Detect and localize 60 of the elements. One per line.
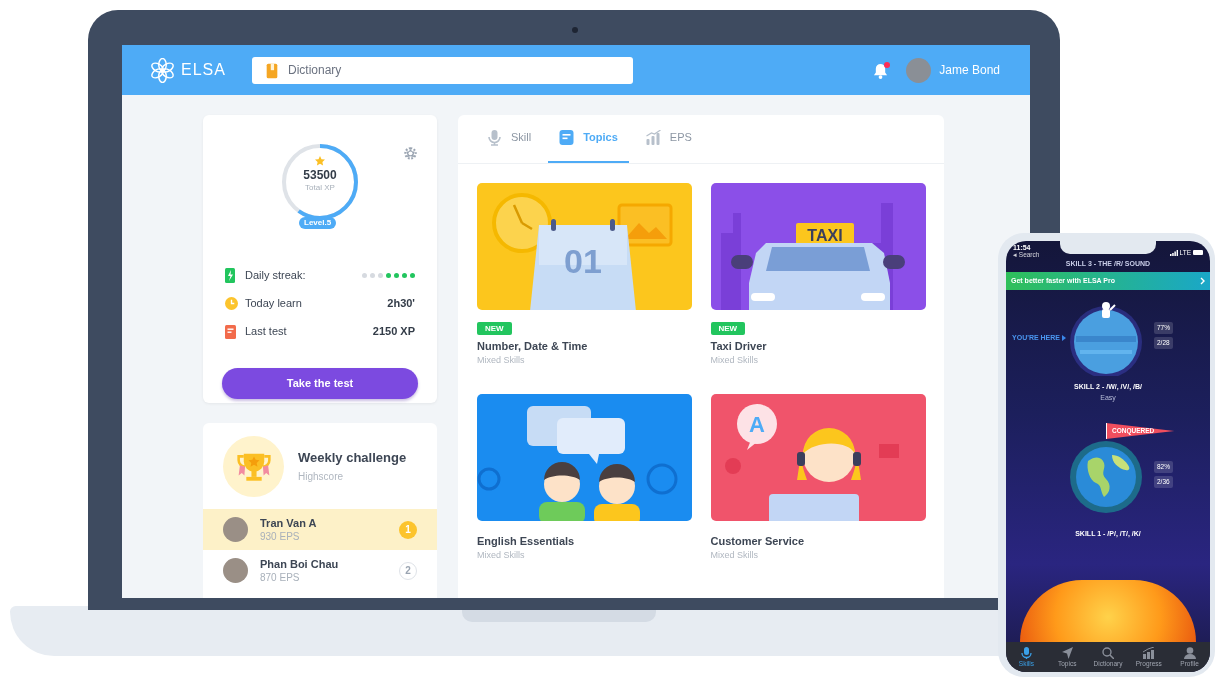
stat-label: Last test xyxy=(245,324,288,340)
clock-icon xyxy=(225,297,238,310)
bar-chart-icon xyxy=(645,129,661,146)
taxi-illustration[interactable]: TAXI xyxy=(710,183,926,310)
topic-title[interactable]: Taxi Driver xyxy=(710,339,925,353)
topic-title[interactable]: Number, Date & Time xyxy=(477,339,692,353)
topic-title[interactable]: English Essentials xyxy=(477,534,692,548)
book-icon xyxy=(264,61,280,80)
level-badge: Level.5 xyxy=(299,217,337,229)
signal-icon xyxy=(1169,249,1178,256)
document-icon xyxy=(225,324,236,339)
earth-illustration[interactable] xyxy=(1068,439,1144,515)
stat-value: 2h30' xyxy=(387,296,415,312)
illustration-label: TAXI xyxy=(806,227,843,244)
player-name: Tran Van A xyxy=(260,516,318,530)
topic-subtitle: Mixed Skills xyxy=(477,354,526,367)
new-badge: NEW xyxy=(710,322,746,335)
microphone-icon xyxy=(487,129,502,146)
leaderboard-row[interactable]: Tran Van A 930 EPS 1 xyxy=(203,509,437,550)
topic-subtitle: Mixed Skills xyxy=(710,549,759,562)
battery-icon xyxy=(1193,250,1203,256)
take-test-button[interactable]: Take the test xyxy=(222,368,418,399)
illustration-label: A xyxy=(748,412,765,437)
stat-label: Daily streak: xyxy=(245,268,307,284)
topic-subtitle: Mixed Skills xyxy=(710,354,759,367)
player-score: 870 EPS xyxy=(260,570,301,584)
astronaut-planet-illustration[interactable] xyxy=(1068,300,1144,376)
bell-icon[interactable] xyxy=(873,61,889,79)
tab[interactable]: EPS xyxy=(634,114,703,163)
stat-label: Today learn xyxy=(245,296,303,312)
chevron-right-icon xyxy=(1200,277,1205,285)
avatar xyxy=(223,517,248,542)
challenge-title: Weekly challenge xyxy=(298,448,407,467)
avatar xyxy=(906,57,932,83)
player-score: 930 EPS xyxy=(260,529,301,543)
illustration-label: 01 xyxy=(564,242,602,280)
search-icon xyxy=(1102,646,1114,659)
bar-chart-icon xyxy=(1142,646,1155,659)
document-icon xyxy=(559,129,575,146)
rank-badge: 1 xyxy=(399,520,417,539)
person-icon xyxy=(1183,646,1196,659)
topic-subtitle: Mixed Skills xyxy=(477,549,526,562)
avatar xyxy=(223,558,248,583)
topic-title[interactable]: Customer Service xyxy=(710,534,925,548)
search-field[interactable]: Dictionary xyxy=(252,56,633,84)
tab[interactable]: Skill xyxy=(476,114,543,163)
new-badge: NEW xyxy=(477,322,512,335)
player-name: Phan Boi Chau xyxy=(260,557,340,571)
logo-text: ELSA xyxy=(181,60,226,80)
flower-logo-icon xyxy=(150,57,175,83)
pointer-icon xyxy=(1062,335,1066,341)
chat-people-illustration[interactable] xyxy=(477,394,692,521)
lightning-battery-icon xyxy=(225,268,235,283)
navigation-arrow-icon xyxy=(1061,646,1074,659)
stat-value: 2150 XP xyxy=(372,324,415,340)
challenge-subtitle: Highscore xyxy=(298,470,345,485)
star-icon xyxy=(315,156,325,166)
xp-label: Total XP xyxy=(305,183,335,193)
xp-value: 53500 xyxy=(303,168,337,183)
microphone-icon xyxy=(1020,646,1033,659)
